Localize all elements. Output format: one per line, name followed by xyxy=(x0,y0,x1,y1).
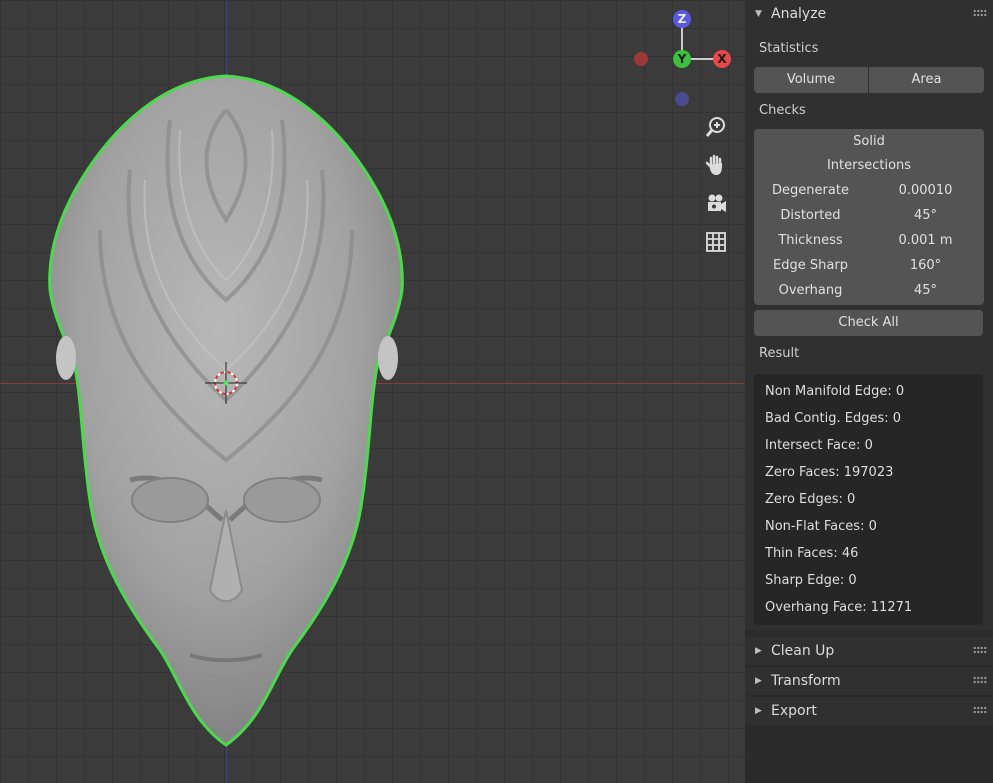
solid-check-button[interactable]: Solid xyxy=(754,134,984,149)
zoom-icon[interactable] xyxy=(704,115,728,139)
check-value-field[interactable]: 45° xyxy=(867,283,984,298)
checks-label: Checks xyxy=(759,103,806,118)
volume-button[interactable]: Volume xyxy=(754,67,868,93)
hand-icon[interactable] xyxy=(704,153,728,177)
clean-up-panel-title: Clean Up xyxy=(771,643,835,659)
result-box: Non Manifold Edge: 0 Bad Contig. Edges: … xyxy=(754,374,983,625)
check-value-field[interactable]: 45° xyxy=(867,208,984,223)
analyze-panel-header[interactable]: ▼ Analyze xyxy=(745,0,993,28)
area-button[interactable]: Area xyxy=(869,67,984,93)
grid-icon[interactable] xyxy=(704,230,728,254)
check-label: Degenerate xyxy=(772,183,849,198)
result-item[interactable]: Sharp Edge: 0 xyxy=(765,573,857,588)
right-ear xyxy=(378,336,398,380)
gizmo-z-axis[interactable]: Z xyxy=(673,10,691,28)
chevron-right-icon: ▶ xyxy=(755,646,762,656)
result-item[interactable]: Intersect Face: 0 xyxy=(765,438,873,453)
checks-box: Solid Intersections Degenerate 0.00010 D… xyxy=(754,129,984,305)
intersections-check-button[interactable]: Intersections xyxy=(754,158,984,173)
result-item[interactable]: Non Manifold Edge: 0 xyxy=(765,384,904,399)
camera-icon[interactable] xyxy=(704,192,728,216)
3d-viewport[interactable]: Z X Y xyxy=(0,0,745,783)
result-item[interactable]: Bad Contig. Edges: 0 xyxy=(765,411,901,426)
drag-grip-icon[interactable] xyxy=(973,646,987,654)
result-label: Result xyxy=(759,346,800,361)
transform-panel-title: Transform xyxy=(771,673,841,689)
check-all-button[interactable]: Check All xyxy=(754,310,983,336)
transform-panel-header[interactable]: ▶ Transform xyxy=(745,667,993,695)
drag-grip-icon[interactable] xyxy=(973,706,987,714)
statistics-label: Statistics xyxy=(759,41,819,56)
check-label: Overhang xyxy=(778,283,843,298)
gizmo-x-axis[interactable]: X xyxy=(713,50,731,68)
check-label: Edge Sharp xyxy=(773,258,848,273)
analyze-panel-body: Statistics Volume Area Checks Solid Inte… xyxy=(745,28,993,630)
check-value-field[interactable]: 0.00010 xyxy=(867,183,984,198)
result-item[interactable]: Overhang Face: 11271 xyxy=(765,600,912,615)
chevron-right-icon: ▶ xyxy=(755,676,762,686)
head-silhouette xyxy=(48,74,404,747)
drag-grip-icon[interactable] xyxy=(973,676,987,684)
result-item[interactable]: Zero Faces: 197023 xyxy=(765,465,893,480)
result-item[interactable]: Non-Flat Faces: 0 xyxy=(765,519,877,534)
export-panel-title: Export xyxy=(771,703,817,719)
gizmo-neg-x-axis[interactable] xyxy=(634,52,648,66)
analyze-panel-title: Analyze xyxy=(771,6,827,22)
check-value-field[interactable]: 0.001 m xyxy=(867,233,984,248)
gizmo-y-axis[interactable]: Y xyxy=(673,50,691,68)
check-label: Thickness xyxy=(778,233,843,248)
gizmo-neg-z-axis[interactable] xyxy=(675,92,689,106)
drag-grip-icon[interactable] xyxy=(973,9,987,17)
export-panel-header[interactable]: ▶ Export xyxy=(745,697,993,725)
chevron-down-icon: ▼ xyxy=(755,9,762,19)
check-value-field[interactable]: 160° xyxy=(867,258,984,273)
alien-head-model[interactable] xyxy=(0,0,745,783)
right-eye xyxy=(243,477,321,523)
left-ear xyxy=(56,336,76,380)
left-eye xyxy=(131,477,209,523)
chevron-right-icon: ▶ xyxy=(755,706,762,716)
clean-up-panel-header[interactable]: ▶ Clean Up xyxy=(745,637,993,665)
result-item[interactable]: Thin Faces: 46 xyxy=(765,546,858,561)
check-label: Distorted xyxy=(780,208,841,223)
sidebar: ▼ Analyze Statistics Volume Area Checks … xyxy=(745,0,993,783)
result-item[interactable]: Zero Edges: 0 xyxy=(765,492,855,507)
